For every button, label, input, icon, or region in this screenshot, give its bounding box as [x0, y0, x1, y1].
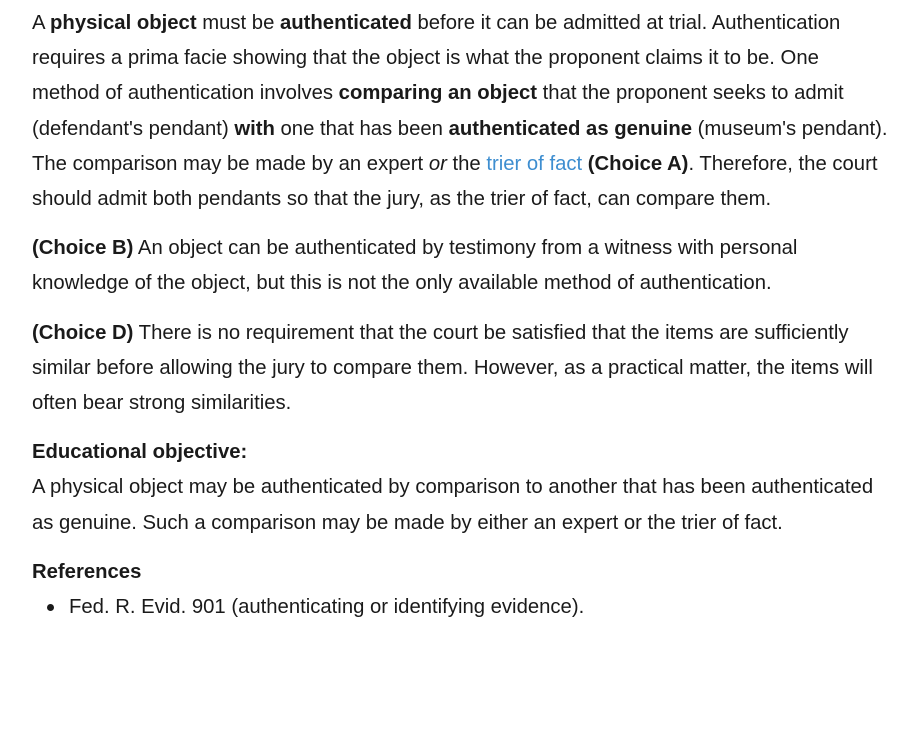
references-list: Fed. R. Evid. 901 (authenticating or ide… [32, 590, 888, 625]
bold-term: authenticated [280, 12, 412, 34]
bold-term: authenticated as genuine [448, 117, 692, 140]
explanation-paragraph-1: A physical object must be authenticated … [32, 6, 888, 217]
italic-term: or [428, 152, 447, 175]
explanation-paragraph-choice-b: (Choice B) An object can be authenticate… [32, 231, 888, 301]
choice-a-label: (Choice A) [587, 152, 689, 175]
bold-term: with [234, 117, 275, 140]
bold-term: comparing an object [338, 82, 538, 105]
explanation-content: A physical object must be authenticated … [32, 6, 888, 625]
choice-d-text: There is no requirement that the court b… [32, 321, 873, 415]
references-heading: References [32, 560, 142, 583]
text-run: must be [196, 12, 280, 34]
text-run: one that has been [274, 117, 449, 140]
trier-of-fact-link[interactable]: trier of fact [486, 153, 582, 175]
choice-b-text: An object can be authenticated by testim… [32, 237, 798, 295]
choice-d-label: (Choice D) [32, 321, 134, 344]
explanation-paragraph-choice-d: (Choice D) There is no requirement that … [32, 316, 888, 422]
bold-term: physical object [50, 12, 197, 34]
choice-b-label: (Choice B) [32, 237, 134, 260]
reference-item-text: Fed. R. Evid. 901 (authenticating or ide… [69, 596, 585, 619]
educational-objective-text: A physical object may be authenticated b… [32, 476, 874, 534]
bullet-icon [47, 604, 54, 612]
educational-objective-heading: Educational objective: [32, 441, 248, 464]
text-run: the [446, 152, 487, 175]
text-run: A [32, 12, 51, 34]
reference-item: Fed. R. Evid. 901 (authenticating or ide… [47, 590, 888, 625]
